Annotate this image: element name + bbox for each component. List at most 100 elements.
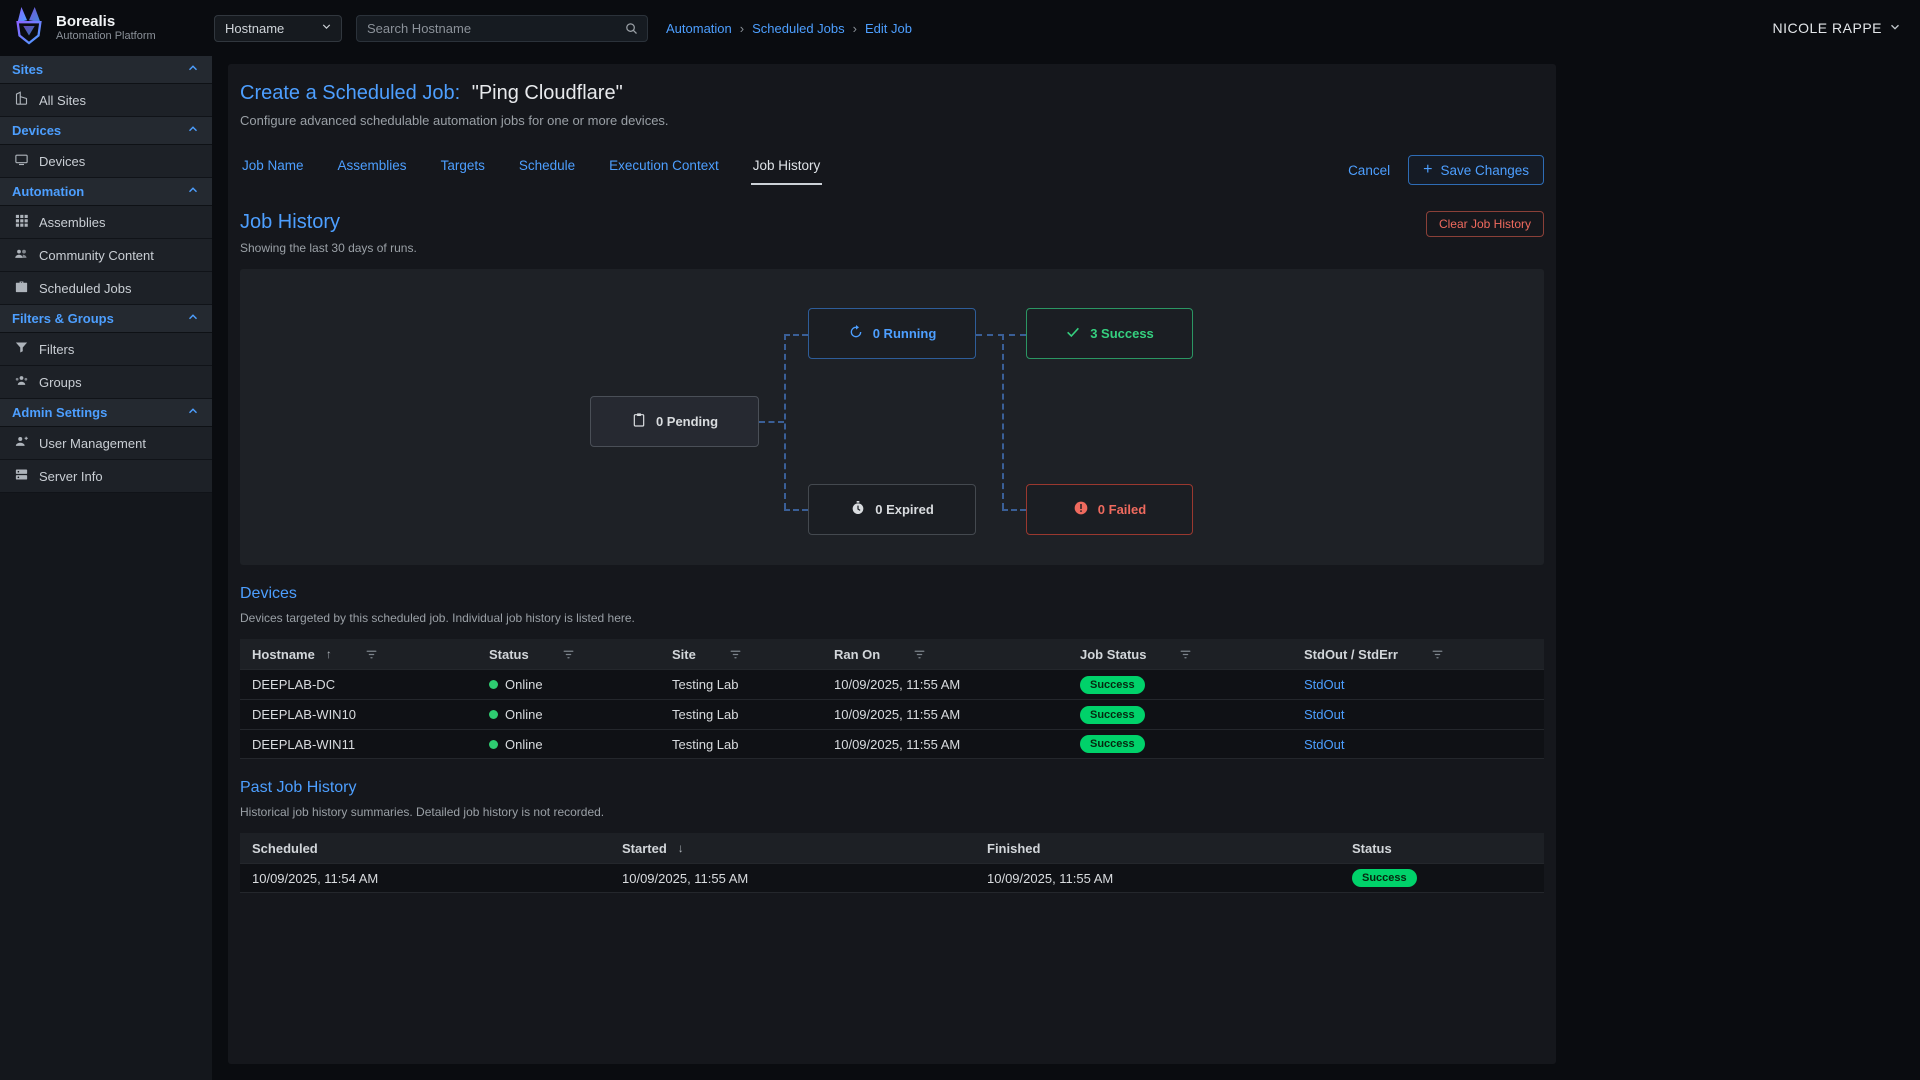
chevron-down-icon: [1888, 20, 1902, 37]
brand-subtitle: Automation Platform: [56, 30, 156, 42]
breadcrumb-scheduled-jobs[interactable]: Scheduled Jobs: [752, 21, 845, 36]
table-row[interactable]: DEEPLAB-DC Online Testing Lab 10/09/2025…: [240, 669, 1544, 699]
chevron-up-icon: [186, 183, 200, 200]
sidebar-item-groups[interactable]: Groups: [0, 366, 212, 399]
assemblies-icon: [14, 213, 29, 231]
breadcrumb-separator: ›: [853, 21, 857, 36]
expired-node: 0 Expired: [808, 484, 976, 535]
filter-icon[interactable]: [913, 648, 926, 661]
sidebar-section-admin-settings[interactable]: Admin Settings: [0, 399, 212, 427]
status-cell: Online: [505, 677, 543, 692]
status-badge: Success: [1080, 735, 1145, 753]
filters-icon: [14, 340, 29, 358]
header-actions: Cancel + Save Changes: [1348, 155, 1544, 185]
past-job-history-subtitle: Historical job history summaries. Detail…: [240, 805, 1544, 819]
brand-header: Borealis Automation Platform: [0, 0, 212, 56]
stdout-link[interactable]: StdOut: [1304, 677, 1344, 692]
clipboard-icon: [631, 412, 647, 431]
sidebar-item-assemblies[interactable]: Assemblies: [0, 206, 212, 239]
past-job-history-table: Scheduled Started ↓ Finished Status 10/0…: [240, 833, 1544, 893]
sidebar-section-sites[interactable]: Sites: [0, 56, 212, 84]
tab-targets[interactable]: Targets: [439, 152, 487, 185]
search-input[interactable]: [359, 21, 624, 36]
stdout-link[interactable]: StdOut: [1304, 737, 1344, 752]
status-cell: Online: [505, 737, 543, 752]
table-row[interactable]: 10/09/2025, 11:54 AM 10/09/2025, 11:55 A…: [240, 863, 1544, 893]
groups-icon: [14, 373, 29, 391]
sidebar-item-filters[interactable]: Filters: [0, 333, 212, 366]
chevron-up-icon: [186, 310, 200, 327]
tab-job-history[interactable]: Job History: [751, 152, 823, 185]
page-subtitle: Configure advanced schedulable automatio…: [240, 113, 1544, 128]
hostname-select[interactable]: Hostname: [214, 15, 342, 42]
filter-icon[interactable]: [1431, 648, 1444, 661]
server-info-icon: [14, 467, 29, 485]
search-icon: [624, 21, 639, 36]
connector-line: [976, 334, 1026, 336]
filter-icon[interactable]: [562, 648, 575, 661]
brand-name: Borealis: [56, 14, 156, 31]
scheduled-cell: 10/09/2025, 11:54 AM: [252, 871, 378, 886]
sidebar-section-automation[interactable]: Automation: [0, 178, 212, 206]
past-table-header: Scheduled Started ↓ Finished Status: [240, 833, 1544, 863]
table-row[interactable]: DEEPLAB-WIN10 Online Testing Lab 10/09/2…: [240, 699, 1544, 729]
devices-table-header: Hostname ↑ Status Site Ran On: [240, 639, 1544, 669]
ran-on-cell: 10/09/2025, 11:55 AM: [834, 677, 960, 692]
sidebar-section-devices[interactable]: Devices: [0, 117, 212, 145]
table-row[interactable]: DEEPLAB-WIN11 Online Testing Lab 10/09/2…: [240, 729, 1544, 759]
borealis-logo-icon: [10, 5, 48, 52]
stdout-link[interactable]: StdOut: [1304, 707, 1344, 722]
sidebar-item-scheduled-jobs[interactable]: Scheduled Jobs: [0, 272, 212, 305]
chevron-up-icon: [186, 61, 200, 78]
breadcrumb-edit-job[interactable]: Edit Job: [865, 21, 912, 36]
job-history-heading: Job History: [240, 211, 417, 234]
column-header-status[interactable]: Status: [1340, 841, 1544, 856]
user-menu[interactable]: NICOLE RAPPE: [1773, 20, 1902, 37]
column-header-started[interactable]: Started ↓: [610, 841, 975, 856]
sidebar-item-devices[interactable]: Devices: [0, 145, 212, 178]
sidebar-item-server-info[interactable]: Server Info: [0, 460, 212, 493]
tab-schedule[interactable]: Schedule: [517, 152, 577, 185]
tab-execution-context[interactable]: Execution Context: [607, 152, 721, 185]
scheduled-jobs-icon: [14, 279, 29, 297]
plus-icon: +: [1423, 162, 1432, 178]
clear-job-history-button[interactable]: Clear Job History: [1426, 211, 1544, 237]
tab-assemblies[interactable]: Assemblies: [336, 152, 409, 185]
filter-icon[interactable]: [729, 648, 742, 661]
cancel-button[interactable]: Cancel: [1348, 163, 1390, 178]
sidebar-item-community-content[interactable]: Community Content: [0, 239, 212, 272]
breadcrumb-automation[interactable]: Automation: [666, 21, 732, 36]
connector-line: [1002, 509, 1026, 511]
save-changes-button[interactable]: + Save Changes: [1408, 155, 1544, 185]
status-badge: Success: [1352, 869, 1417, 887]
sites-icon: [14, 91, 29, 109]
column-header-status[interactable]: Status: [477, 647, 660, 662]
online-status-dot: [489, 740, 498, 749]
online-status-dot: [489, 680, 498, 689]
past-job-history-heading: Past Job History: [240, 779, 1544, 797]
column-header-scheduled[interactable]: Scheduled: [240, 841, 610, 856]
column-header-stdout[interactable]: StdOut / StdErr: [1292, 647, 1544, 662]
topbar: Hostname Automation › Scheduled Jobs › E…: [212, 0, 1920, 56]
sidebar-item-user-management[interactable]: User Management: [0, 427, 212, 460]
filter-icon[interactable]: [1179, 648, 1192, 661]
devices-table-body: DEEPLAB-DC Online Testing Lab 10/09/2025…: [240, 669, 1544, 759]
failed-node: 0 Failed: [1026, 484, 1193, 535]
community-content-icon: [14, 246, 29, 264]
ran-on-cell: 10/09/2025, 11:55 AM: [834, 707, 960, 722]
online-status-dot: [489, 710, 498, 719]
column-header-site[interactable]: Site: [660, 647, 822, 662]
app-root: Borealis Automation Platform Sites All S…: [0, 0, 1920, 1080]
pending-node: 0 Pending: [590, 396, 759, 447]
success-node: 3 Success: [1026, 308, 1193, 359]
column-header-hostname[interactable]: Hostname ↑: [240, 647, 477, 662]
sidebar-item-all-sites[interactable]: All Sites: [0, 84, 212, 117]
tab-job-name[interactable]: Job Name: [240, 152, 306, 185]
sidebar-section-filters-groups[interactable]: Filters & Groups: [0, 305, 212, 333]
column-header-job-status[interactable]: Job Status: [1068, 647, 1292, 662]
site-cell: Testing Lab: [672, 677, 739, 692]
filter-icon[interactable]: [365, 648, 378, 661]
past-table-body: 10/09/2025, 11:54 AM 10/09/2025, 11:55 A…: [240, 863, 1544, 893]
column-header-finished[interactable]: Finished: [975, 841, 1340, 856]
column-header-ran-on[interactable]: Ran On: [822, 647, 1068, 662]
